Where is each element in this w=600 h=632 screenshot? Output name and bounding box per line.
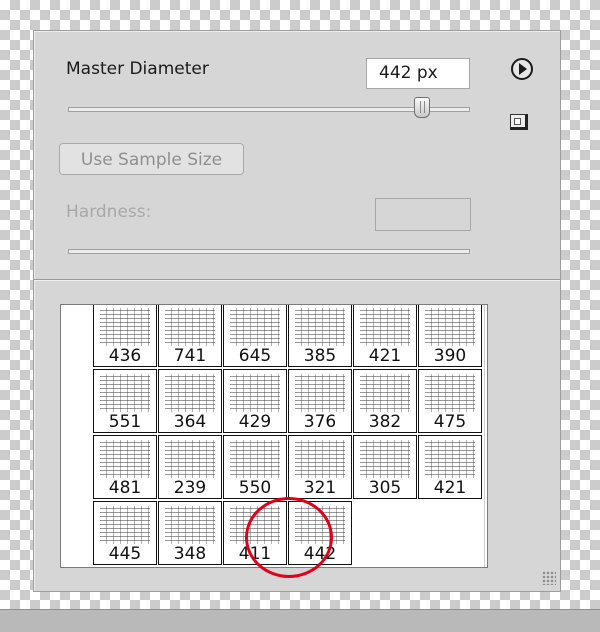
preset-preview: [165, 440, 215, 478]
preset-preview: [165, 506, 215, 544]
preset-preview: [425, 308, 475, 346]
preset-size-label: 550: [224, 478, 286, 498]
preset-size-label: 390: [419, 346, 481, 366]
preset-thumbnail[interactable]: 645: [223, 305, 287, 367]
preset-size-label: 382: [354, 412, 416, 432]
panel-divider: [34, 279, 560, 281]
master-diameter-slider-track[interactable]: [68, 107, 470, 112]
preset-thumbnail[interactable]: 390: [418, 305, 482, 367]
preset-thumbnail[interactable]: 741: [158, 305, 222, 367]
preset-size-label: 348: [159, 544, 221, 564]
preset-size-label: 741: [159, 346, 221, 366]
resize-grip-icon[interactable]: [542, 571, 556, 585]
preset-preview: [295, 308, 345, 346]
preset-preview: [295, 440, 345, 478]
preset-thumbnail[interactable]: 305: [353, 435, 417, 499]
use-sample-size-button[interactable]: Use Sample Size: [59, 143, 244, 175]
preset-scrollbar[interactable]: [484, 305, 487, 567]
preset-size-label: 364: [159, 412, 221, 432]
preset-thumbnail[interactable]: 321: [288, 435, 352, 499]
preset-thumbnail[interactable]: 475: [418, 369, 482, 433]
preset-size-label: 321: [289, 478, 351, 498]
preset-size-label: 385: [289, 346, 351, 366]
preset-size-label: 376: [289, 412, 351, 432]
preset-preview: [425, 440, 475, 478]
preset-thumbnail[interactable]: 550: [223, 435, 287, 499]
preset-preview: [230, 308, 280, 346]
preset-thumbnail[interactable]: 481: [93, 435, 157, 499]
hardness-slider-track[interactable]: [68, 249, 470, 254]
preset-thumbnail[interactable]: 429: [223, 369, 287, 433]
preset-preview: [360, 440, 410, 478]
preset-preview: [360, 308, 410, 346]
preset-size-label: 551: [94, 412, 156, 432]
preset-preview: [100, 374, 150, 412]
panel-menu-icon[interactable]: [511, 58, 533, 80]
preset-thumbnail[interactable]: 436: [93, 305, 157, 367]
preset-preview: [165, 374, 215, 412]
preset-preview: [100, 440, 150, 478]
preset-thumbnail[interactable]: 364: [158, 369, 222, 433]
preset-size-label: 429: [224, 412, 286, 432]
preset-preview: [100, 308, 150, 346]
preset-size-label: 481: [94, 478, 156, 498]
preset-size-label: 436: [94, 346, 156, 366]
canvas-bottom-bar: [0, 609, 600, 632]
preset-size-label: 421: [419, 478, 481, 498]
preset-preview: [230, 374, 280, 412]
preset-size-label: 239: [159, 478, 221, 498]
preset-thumbnail[interactable]: 421: [353, 305, 417, 367]
master-diameter-slider-thumb[interactable]: [413, 97, 430, 118]
master-diameter-label: Master Diameter: [66, 59, 209, 79]
master-diameter-input[interactable]: 442 px: [366, 58, 470, 89]
preset-thumbnail[interactable]: 239: [158, 435, 222, 499]
preset-preview: [425, 374, 475, 412]
preset-size-label: 445: [94, 544, 156, 564]
preset-preview: [295, 374, 345, 412]
preset-thumbnail[interactable]: 551: [93, 369, 157, 433]
preset-thumbnail[interactable]: 445: [93, 501, 157, 565]
preset-thumbnail[interactable]: 385: [288, 305, 352, 367]
hardness-input[interactable]: [375, 198, 471, 231]
preset-preview: [230, 440, 280, 478]
preset-preview: [100, 506, 150, 544]
preset-thumbnail[interactable]: 376: [288, 369, 352, 433]
new-preset-icon[interactable]: [510, 114, 528, 130]
preset-size-label: 305: [354, 478, 416, 498]
preset-size-label: 475: [419, 412, 481, 432]
hardness-label: Hardness:: [66, 202, 152, 222]
selected-preset-highlight: [245, 497, 333, 578]
preset-preview: [165, 308, 215, 346]
preset-thumbnail[interactable]: 382: [353, 369, 417, 433]
preset-preview: [360, 374, 410, 412]
preset-size-label: 421: [354, 346, 416, 366]
preset-thumbnail[interactable]: 348: [158, 501, 222, 565]
preset-thumbnail[interactable]: 421: [418, 435, 482, 499]
preset-size-label: 645: [224, 346, 286, 366]
